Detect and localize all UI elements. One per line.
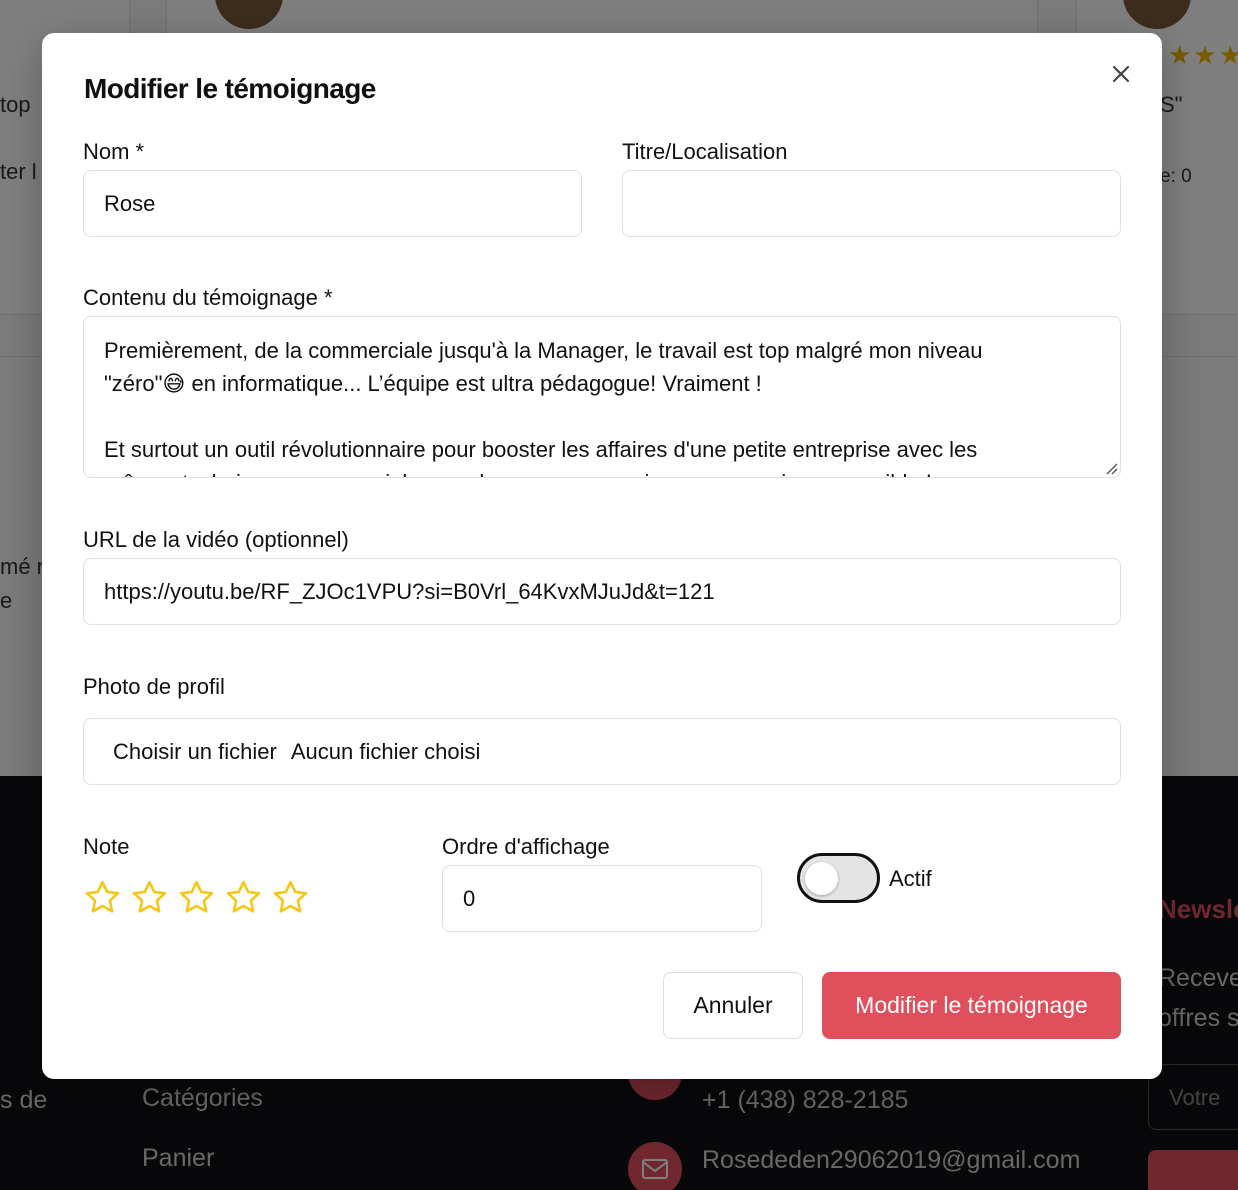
file-status: Aucun fichier choisi: [290, 738, 481, 764]
content-line: [104, 400, 1100, 433]
content-line: Et surtout un outil révolutionnaire pour…: [104, 437, 978, 462]
photo-file-input[interactable]: Choisir un fichier Aucun fichier choisi: [83, 718, 1121, 785]
name-input[interactable]: Rose: [83, 170, 582, 237]
choose-file-button[interactable]: Choisir un fichier: [113, 739, 277, 765]
close-button[interactable]: [1108, 61, 1134, 87]
photo-label: Photo de profil: [83, 674, 225, 699]
active-toggle[interactable]: [797, 853, 880, 903]
toggle-knob: [805, 862, 838, 895]
cancel-button[interactable]: Annuler: [663, 972, 803, 1039]
title-location-label: Titre/Localisation: [622, 139, 788, 164]
star-icon[interactable]: [271, 878, 310, 917]
video-url-label: URL de la vidéo (optionnel): [83, 527, 349, 552]
content-line: Premièrement, de la commerciale jusqu'à …: [104, 338, 983, 363]
dialog-title: Modifier le témoignage: [84, 73, 376, 104]
star-icon[interactable]: [130, 878, 169, 917]
close-icon: [1112, 65, 1130, 83]
star-icon[interactable]: [177, 878, 216, 917]
rating-label: Note: [83, 834, 130, 859]
display-order-input-value: 0: [463, 885, 476, 911]
resize-handle-icon[interactable]: [1104, 461, 1118, 475]
star-icon[interactable]: [83, 878, 122, 917]
rating-stars: [83, 878, 310, 917]
edit-testimonial-dialog: Modifier le témoignage Nom * Rose Titre/…: [42, 33, 1162, 1079]
submit-button[interactable]: Modifier le témoignage: [822, 972, 1121, 1039]
content-label: Contenu du témoignage *: [83, 285, 333, 310]
content-textarea[interactable]: Premièrement, de la commerciale jusqu'à …: [83, 316, 1121, 478]
content-line: mêmes techniques commerciales que les gr…: [104, 466, 1100, 477]
name-label: Nom *: [83, 139, 145, 164]
active-label: Actif: [889, 866, 932, 891]
star-icon[interactable]: [224, 878, 263, 917]
display-order-input[interactable]: 0: [442, 865, 762, 932]
title-location-input[interactable]: [622, 170, 1121, 237]
display-order-label: Ordre d'affichage: [442, 834, 610, 859]
video-url-input[interactable]: https://youtu.be/RF_ZJOc1VPU?si=B0Vrl_64…: [83, 558, 1121, 625]
content-line: "zéro"😅 en informatique... L’équipe est …: [104, 371, 762, 396]
name-input-value: Rose: [104, 190, 156, 216]
video-url-input-value: https://youtu.be/RF_ZJOc1VPU?si=B0Vrl_64…: [104, 578, 715, 604]
